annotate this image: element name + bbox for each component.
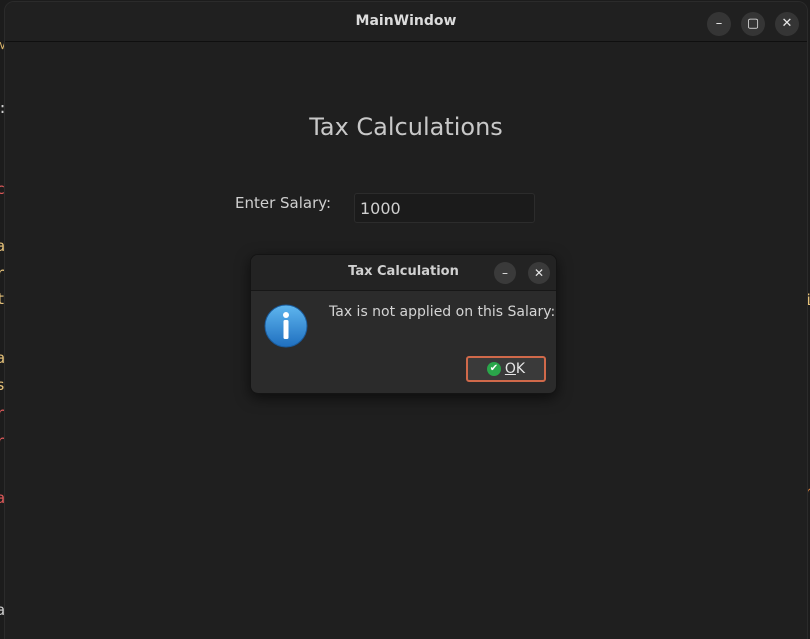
dialog-minimize-button[interactable]: –	[494, 262, 516, 284]
desktop-screen: M : c a r t a s r r a a i r MainWindow –…	[0, 0, 810, 639]
checkmark-icon: ✔	[486, 362, 501, 376]
close-icon: ✕	[533, 266, 545, 280]
page-heading: Tax Calculations	[309, 113, 503, 141]
minimize-button[interactable]: –	[707, 12, 731, 36]
info-icon	[264, 304, 308, 348]
ok-mnemonic: O	[504, 361, 516, 377]
dialog-title-bar[interactable]: Tax Calculation – ✕	[251, 255, 556, 291]
close-button[interactable]: ✕	[775, 12, 799, 36]
minimize-icon: –	[502, 266, 508, 280]
dialog-message: Tax is not applied on this Salary:	[329, 304, 556, 320]
ok-button-label: OK	[505, 361, 525, 377]
maximize-button[interactable]: ▢	[741, 12, 765, 36]
tax-calculation-dialog: Tax Calculation – ✕ Tax is not applied o…	[250, 254, 557, 394]
close-icon: ✕	[781, 16, 793, 31]
ok-label-rest: K	[515, 361, 526, 377]
window-title: MainWindow	[355, 13, 457, 29]
salary-input[interactable]: 1000	[354, 193, 535, 223]
salary-label: Enter Salary:	[235, 194, 332, 212]
minimize-icon: –	[715, 16, 723, 31]
ok-button[interactable]: ✔ OK	[466, 356, 546, 382]
dialog-close-button[interactable]: ✕	[528, 262, 550, 284]
maximize-icon: ▢	[746, 16, 760, 31]
title-bar[interactable]: MainWindow – ▢ ✕	[5, 2, 807, 42]
